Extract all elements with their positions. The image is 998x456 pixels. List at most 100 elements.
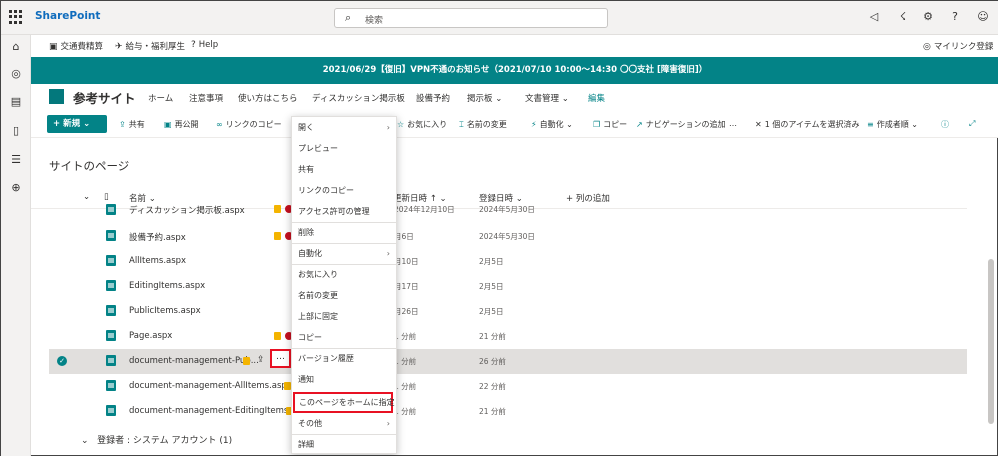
menu-item-copy[interactable]: コピー (292, 327, 396, 348)
menu-item-pin-to-top[interactable]: 上部に固定 (292, 306, 396, 327)
nav-reservation[interactable]: 設備予約 (416, 92, 450, 104)
table-row[interactable]: PublicItems.aspx 月26日 2月5日 (49, 299, 967, 324)
nav-howto[interactable]: 使い方はこちら (238, 92, 298, 104)
news-icon[interactable]: ▤ (9, 95, 23, 109)
globe-icon: ◎ (923, 42, 931, 52)
file-name[interactable]: document-management-EditingItems.aspx (129, 406, 311, 416)
republish-button[interactable]: ▣ 再公開 (164, 119, 199, 130)
globe-icon[interactable]: ◎ (9, 67, 23, 81)
menu-item-make-homepage[interactable]: このページをホームに指定 (293, 392, 395, 413)
menu-item-favorite[interactable]: お気に入り (292, 264, 396, 285)
file-name[interactable]: PublicItems.aspx (129, 306, 201, 316)
group-header[interactable]: ⌄ 登録者 : システム アカウント (1) (81, 433, 232, 446)
created-cell: 22 分前 (479, 382, 506, 391)
row-checkbox-checked[interactable]: ✓ (57, 356, 67, 366)
file-name[interactable]: EditingItems.aspx (129, 281, 205, 291)
menu-item-version-history[interactable]: バージョン履歴 (292, 348, 396, 369)
menu-item-preview[interactable]: プレビュー (292, 138, 396, 159)
menu-item-alert[interactable]: 通知 (292, 369, 396, 390)
table-row[interactable]: ディスカッション掲示板.aspx 2024年12月10日 2024年5月30日 (49, 201, 967, 223)
file-name[interactable]: AllItems.aspx (129, 256, 186, 266)
nav-board[interactable]: 掲示板 ⌄ (467, 92, 502, 104)
table-row-selected[interactable]: document-management-Pub... ⇪ 1 分前 26 分前 (49, 349, 967, 374)
bus-icon: ▣ (49, 42, 58, 52)
site-logo[interactable] (49, 89, 64, 104)
nav-edit[interactable]: 編集 (588, 92, 605, 104)
hub-link-help[interactable]: ? Help (191, 40, 218, 50)
flow-icon: ⚡ (531, 120, 537, 129)
menu-item-open[interactable]: 開く › (292, 117, 396, 138)
chevron-down-icon: ⌄ (495, 94, 503, 104)
table-row[interactable]: 設備予約.aspx 月6日 2024年5月30日 (49, 224, 967, 249)
file-name[interactable]: document-management-Pub... (129, 356, 259, 366)
scrollbar-thumb[interactable] (988, 259, 994, 424)
app-name[interactable]: SharePoint (35, 10, 100, 22)
sort-button[interactable]: ≡ 作成者順 ⌄ (867, 119, 918, 130)
table-row[interactable]: EditingItems.aspx 月17日 2月5日 (49, 274, 967, 299)
megaphone-icon[interactable]: ◁ (867, 10, 881, 24)
menu-item-share[interactable]: 共有 (292, 159, 396, 180)
my-link-register[interactable]: ◎ マイリンク登録 (923, 40, 993, 52)
site-title[interactable]: 参考サイト (73, 88, 136, 107)
home-icon[interactable]: ⌂ (9, 40, 23, 54)
more-actions-button[interactable]: … (270, 349, 291, 368)
rename-button[interactable]: ⌶ 名前の変更 (459, 119, 507, 130)
file-name[interactable]: 設備予約.aspx (129, 231, 186, 243)
gear-icon[interactable]: ⚙ (921, 10, 935, 24)
add-nav-button[interactable]: ↗ ナビゲーションの追加 (636, 119, 726, 130)
menu-item-automate[interactable]: 自動化 › (292, 243, 396, 264)
copy-link-button[interactable]: ∞ リンクのコピー (216, 119, 282, 130)
nav-discussion[interactable]: ディスカッション掲示板 (312, 92, 405, 104)
plane-icon: ✈ (115, 42, 123, 52)
create-icon[interactable]: ⊕ (9, 181, 23, 195)
menu-item-rename[interactable]: 名前の変更 (292, 285, 396, 306)
checkout-icon (284, 382, 291, 390)
menu-item-manage-access[interactable]: アクセス許可の管理 (292, 201, 396, 222)
nav-notes[interactable]: 注意事項 (189, 92, 223, 104)
info-icon[interactable]: ⓘ (941, 119, 952, 130)
page-file-icon (106, 380, 116, 391)
page-file-icon (106, 330, 116, 341)
chevron-down-icon: ⌄ (81, 436, 89, 446)
share-button[interactable]: ⇪ 共有 (119, 119, 145, 130)
nav-home[interactable]: ホーム (148, 92, 173, 104)
feedback-icon[interactable]: ☇ (896, 10, 910, 24)
file-name[interactable]: Page.aspx (129, 331, 172, 341)
table-row[interactable]: Page.aspx 1 分前 21 分前 (49, 324, 967, 349)
more-commands-button[interactable]: … (729, 119, 737, 128)
nav-documents[interactable]: 文書管理 ⌄ (525, 92, 569, 104)
created-cell: 2024年5月30日 (479, 205, 535, 214)
menu-item-delete[interactable]: 削除 (292, 222, 396, 243)
page-file-icon (106, 405, 116, 416)
hub-link-transport[interactable]: ▣ 交通費精算 (49, 40, 103, 52)
new-button[interactable]: + 新規 ⌄ (47, 115, 107, 133)
suite-bar: SharePoint ⌕ 検索 ◁ ☇ ⚙ ? ☺ (1, 1, 998, 35)
file-name[interactable]: ディスカッション掲示板.aspx (129, 204, 245, 216)
modified-cell: 1 分前 (394, 332, 417, 341)
share-icon[interactable]: ⇪ (257, 355, 265, 365)
menu-item-more[interactable]: その他 › (292, 413, 396, 434)
clear-selection-button[interactable]: ✕ 1 個のアイテムを選択済み (755, 119, 860, 130)
table-row[interactable]: document-management-EditingItems.aspx 1 … (49, 399, 967, 424)
file-icon[interactable]: ▯ (9, 124, 23, 138)
favorite-button[interactable]: ☆ お気に入り (397, 119, 447, 130)
automate-button[interactable]: ⚡ 自動化 ⌄ (531, 119, 573, 130)
search-box[interactable]: ⌕ 検索 (334, 8, 608, 28)
hub-link-salary[interactable]: ✈ 給与・福利厚生 (115, 40, 185, 52)
announcement-banner[interactable]: 2021/06/29【復旧】VPN不通のお知らせ（2021/07/10 10:0… (31, 57, 998, 84)
menu-item-details[interactable]: 詳細 (292, 434, 396, 455)
expand-icon[interactable]: ⤢ (969, 119, 978, 129)
lists-icon[interactable]: ☰ (9, 153, 23, 167)
help-icon[interactable]: ? (948, 10, 962, 24)
copy-icon: ❐ (593, 120, 601, 129)
table-row[interactable]: AllItems.aspx 月10日 2月5日 (49, 249, 967, 274)
menu-item-copy-link[interactable]: リンクのコピー (292, 180, 396, 201)
copy-button[interactable]: ❐ コピー (593, 119, 627, 130)
app-rail: ⌂ ◎ ▤ ▯ ☰ ⊕ (1, 35, 31, 456)
app-launcher-icon[interactable] (9, 10, 23, 24)
table-row[interactable]: document-management-AllItems.aspx 1 分前 2… (49, 374, 967, 399)
link-icon: ∞ (216, 120, 223, 129)
account-icon[interactable]: ☺ (976, 10, 990, 24)
file-name[interactable]: document-management-AllItems.aspx (129, 381, 292, 391)
page-file-icon (106, 280, 116, 291)
